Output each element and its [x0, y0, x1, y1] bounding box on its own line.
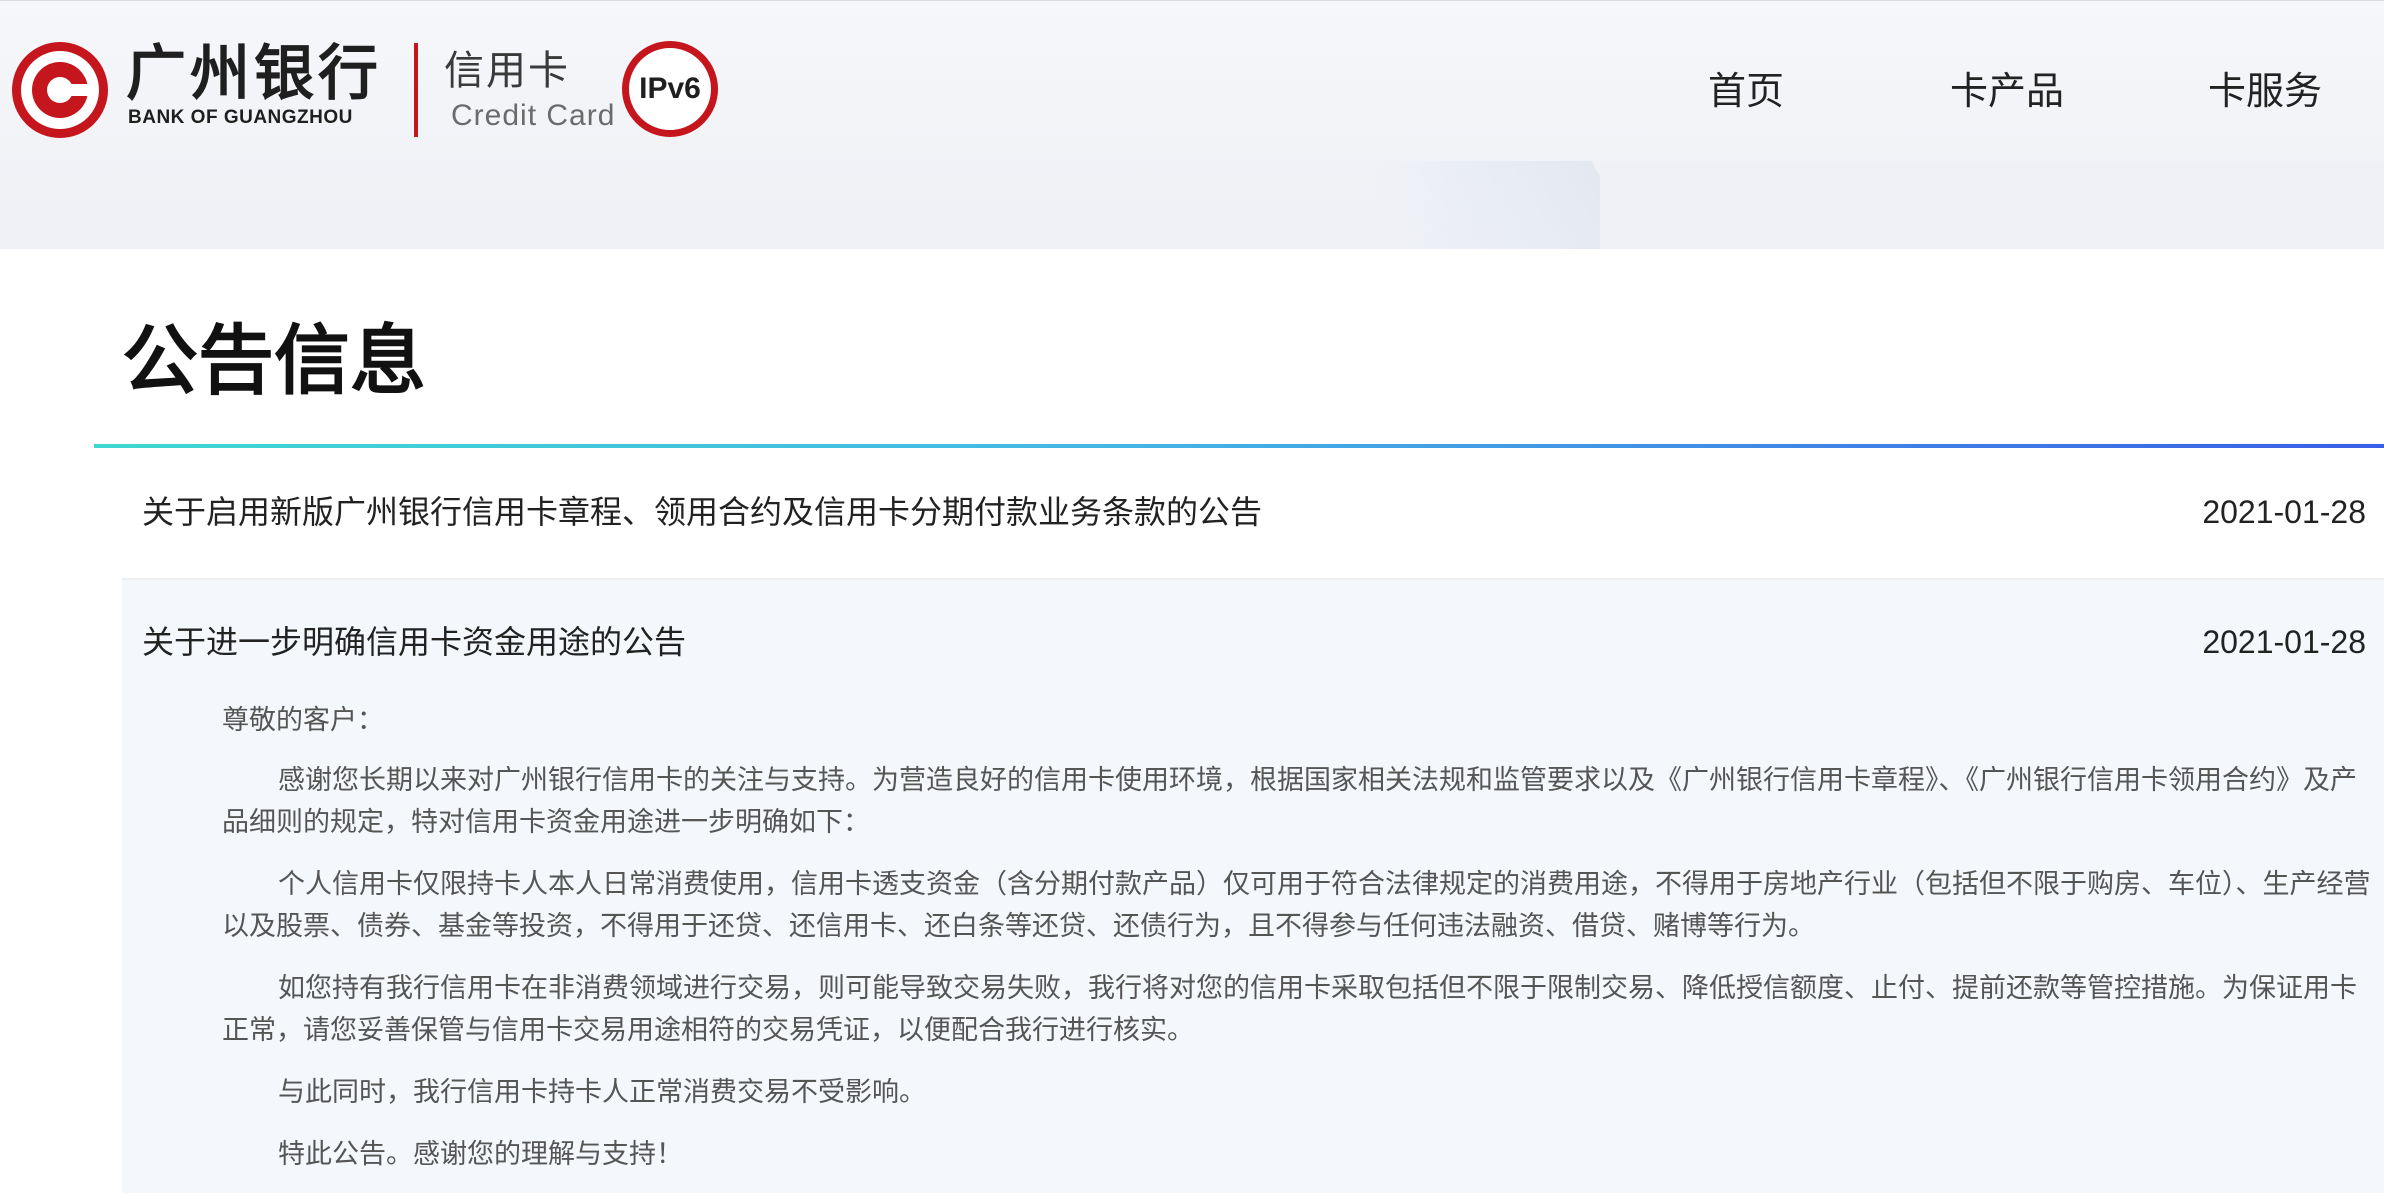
bank-logo-icon[interactable] [12, 42, 108, 138]
bank-name-cn: 广州银行 [126, 39, 382, 109]
notice-date: 2021-01-28 [2202, 494, 2366, 530]
title-divider [94, 444, 2384, 448]
notice-paragraph: 与此同时，我行信用卡持卡人正常消费交易不受影响。 [278, 1077, 926, 1108]
logo-gap [65, 84, 95, 96]
credit-card-label-en: Credit Card [451, 99, 616, 132]
bank-name-en: BANK OF GUANGZHOU [128, 107, 353, 128]
site-header: 广州银行 BANK OF GUANGZHOU 信用卡 Credit Card I… [0, 0, 2384, 249]
nav-card-services[interactable]: 卡服务 [2208, 63, 2322, 119]
notice-salutation: 尊敬的客户： [222, 705, 384, 736]
page-title: 公告信息 [122, 316, 426, 405]
notice-body: 尊敬的客户： 感谢您长期以来对广州银行信用卡的关注与支持。为营造良好的信用卡使用… [222, 700, 2372, 1196]
nav-home[interactable]: 首页 [1708, 63, 1784, 119]
notice-title[interactable]: 关于进一步明确信用卡资金用途的公告 [142, 620, 686, 664]
notice-paragraph: 个人信用卡仅限持卡人本人日常消费使用，信用卡透支资金（含分期付款产品）仅可用于符… [222, 869, 2371, 942]
notice-title[interactable]: 关于启用新版广州银行信用卡章程、领用合约及信用卡分期付款业务条款的公告 [142, 490, 1262, 534]
logo-divider [414, 43, 418, 137]
notice-paragraph: 感谢您长期以来对广州银行信用卡的关注与支持。为营造良好的信用卡使用环境，根据国家… [222, 765, 2357, 838]
notice-row[interactable]: 关于启用新版广州银行信用卡章程、领用合约及信用卡分期付款业务条款的公告 2021… [122, 450, 2384, 580]
credit-card-label-cn: 信用卡 [444, 48, 570, 94]
nav-card-products[interactable]: 卡产品 [1950, 63, 2064, 119]
notice-paragraph: 特此公告。感谢您的理解与支持！ [278, 1139, 683, 1170]
ipv6-badge-icon: IPv6 [622, 41, 718, 137]
header-decoration-band [1600, 161, 2384, 249]
notice-paragraph: 如您持有我行信用卡在非消费领域进行交易，则可能导致交易失败，我行将对您的信用卡采… [222, 973, 2357, 1046]
notice-date: 2021-01-28 [2202, 624, 2366, 660]
